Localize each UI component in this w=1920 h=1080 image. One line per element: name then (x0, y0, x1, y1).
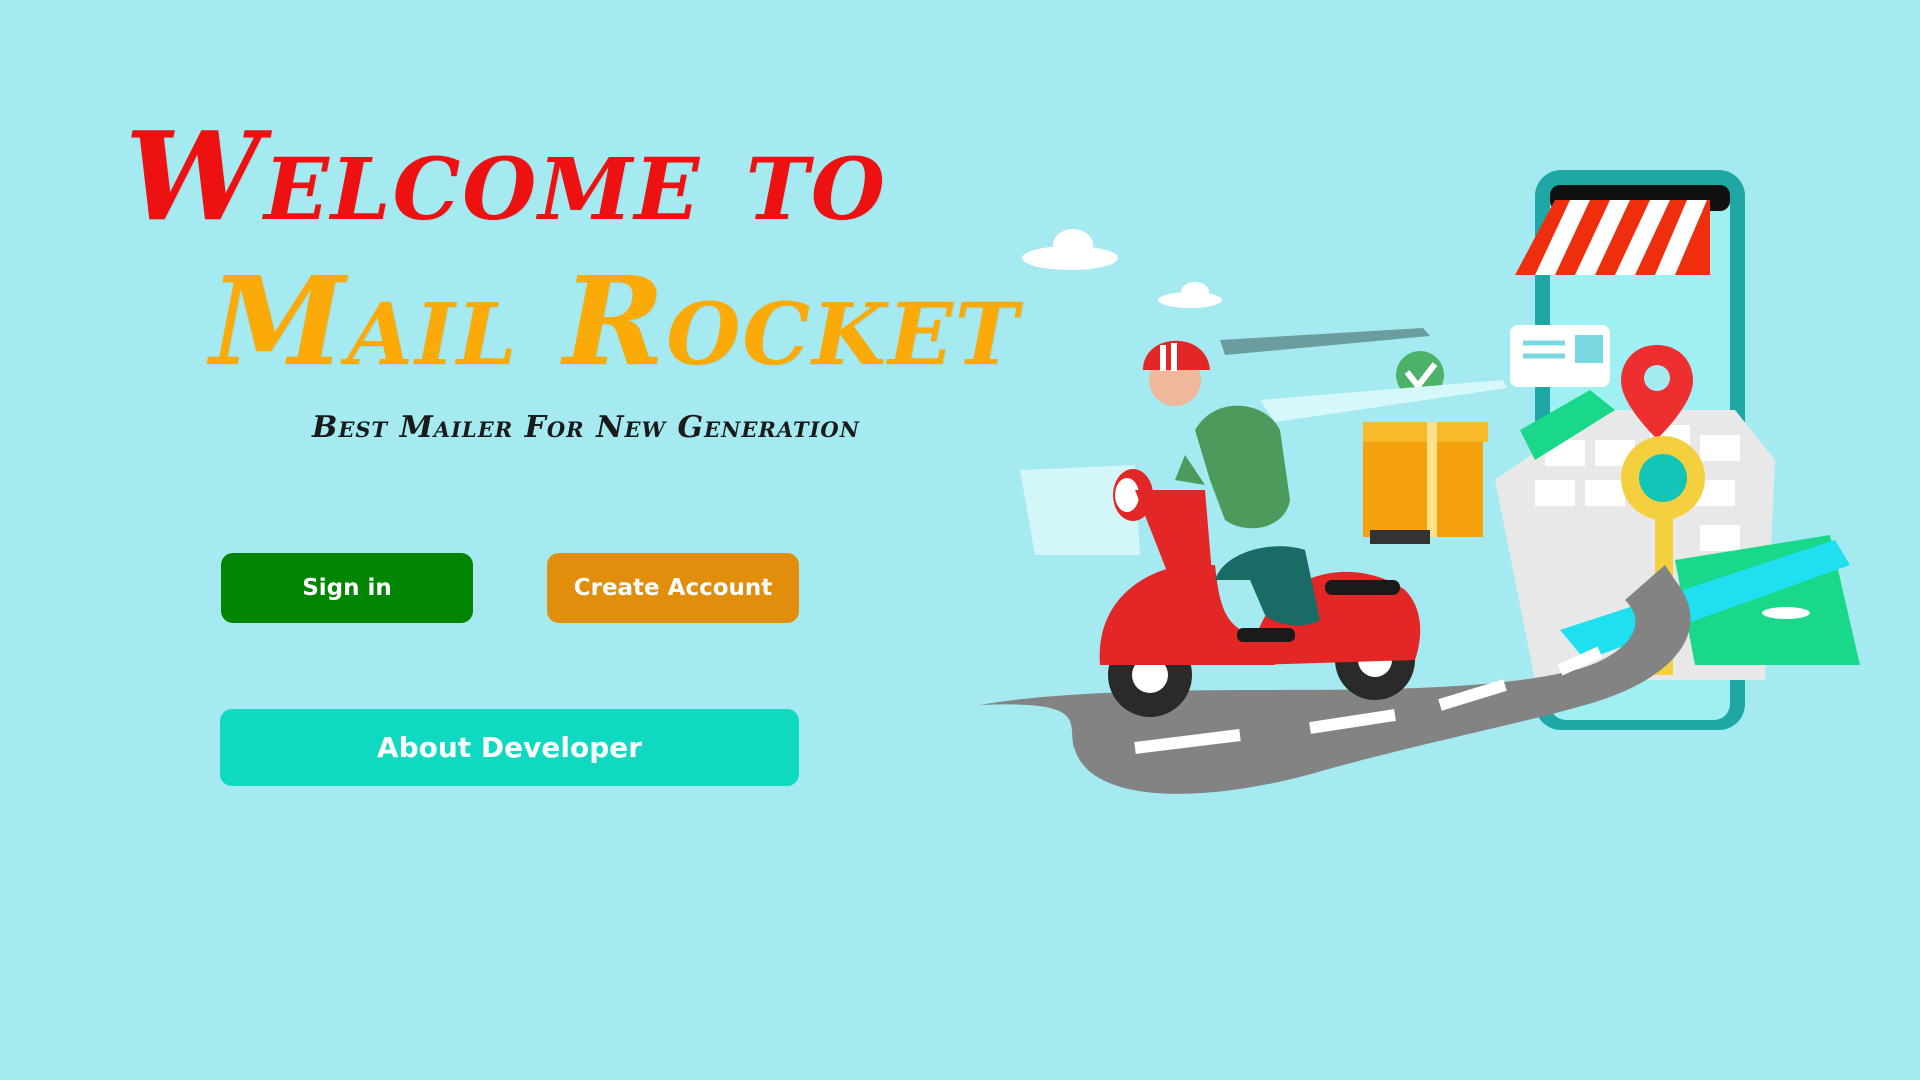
sign-in-button[interactable]: Sign in (221, 553, 473, 623)
package-box-icon (1363, 422, 1488, 544)
app-name-heading: Mail Rocket (210, 249, 1020, 393)
create-account-button[interactable]: Create Account (547, 553, 799, 623)
about-developer-button[interactable]: About Developer (220, 709, 799, 786)
tagline: Best Mailer For New Generation (312, 410, 860, 445)
welcome-heading: Welcome to (125, 104, 887, 248)
delivery-scooter-illustration (980, 170, 1860, 794)
